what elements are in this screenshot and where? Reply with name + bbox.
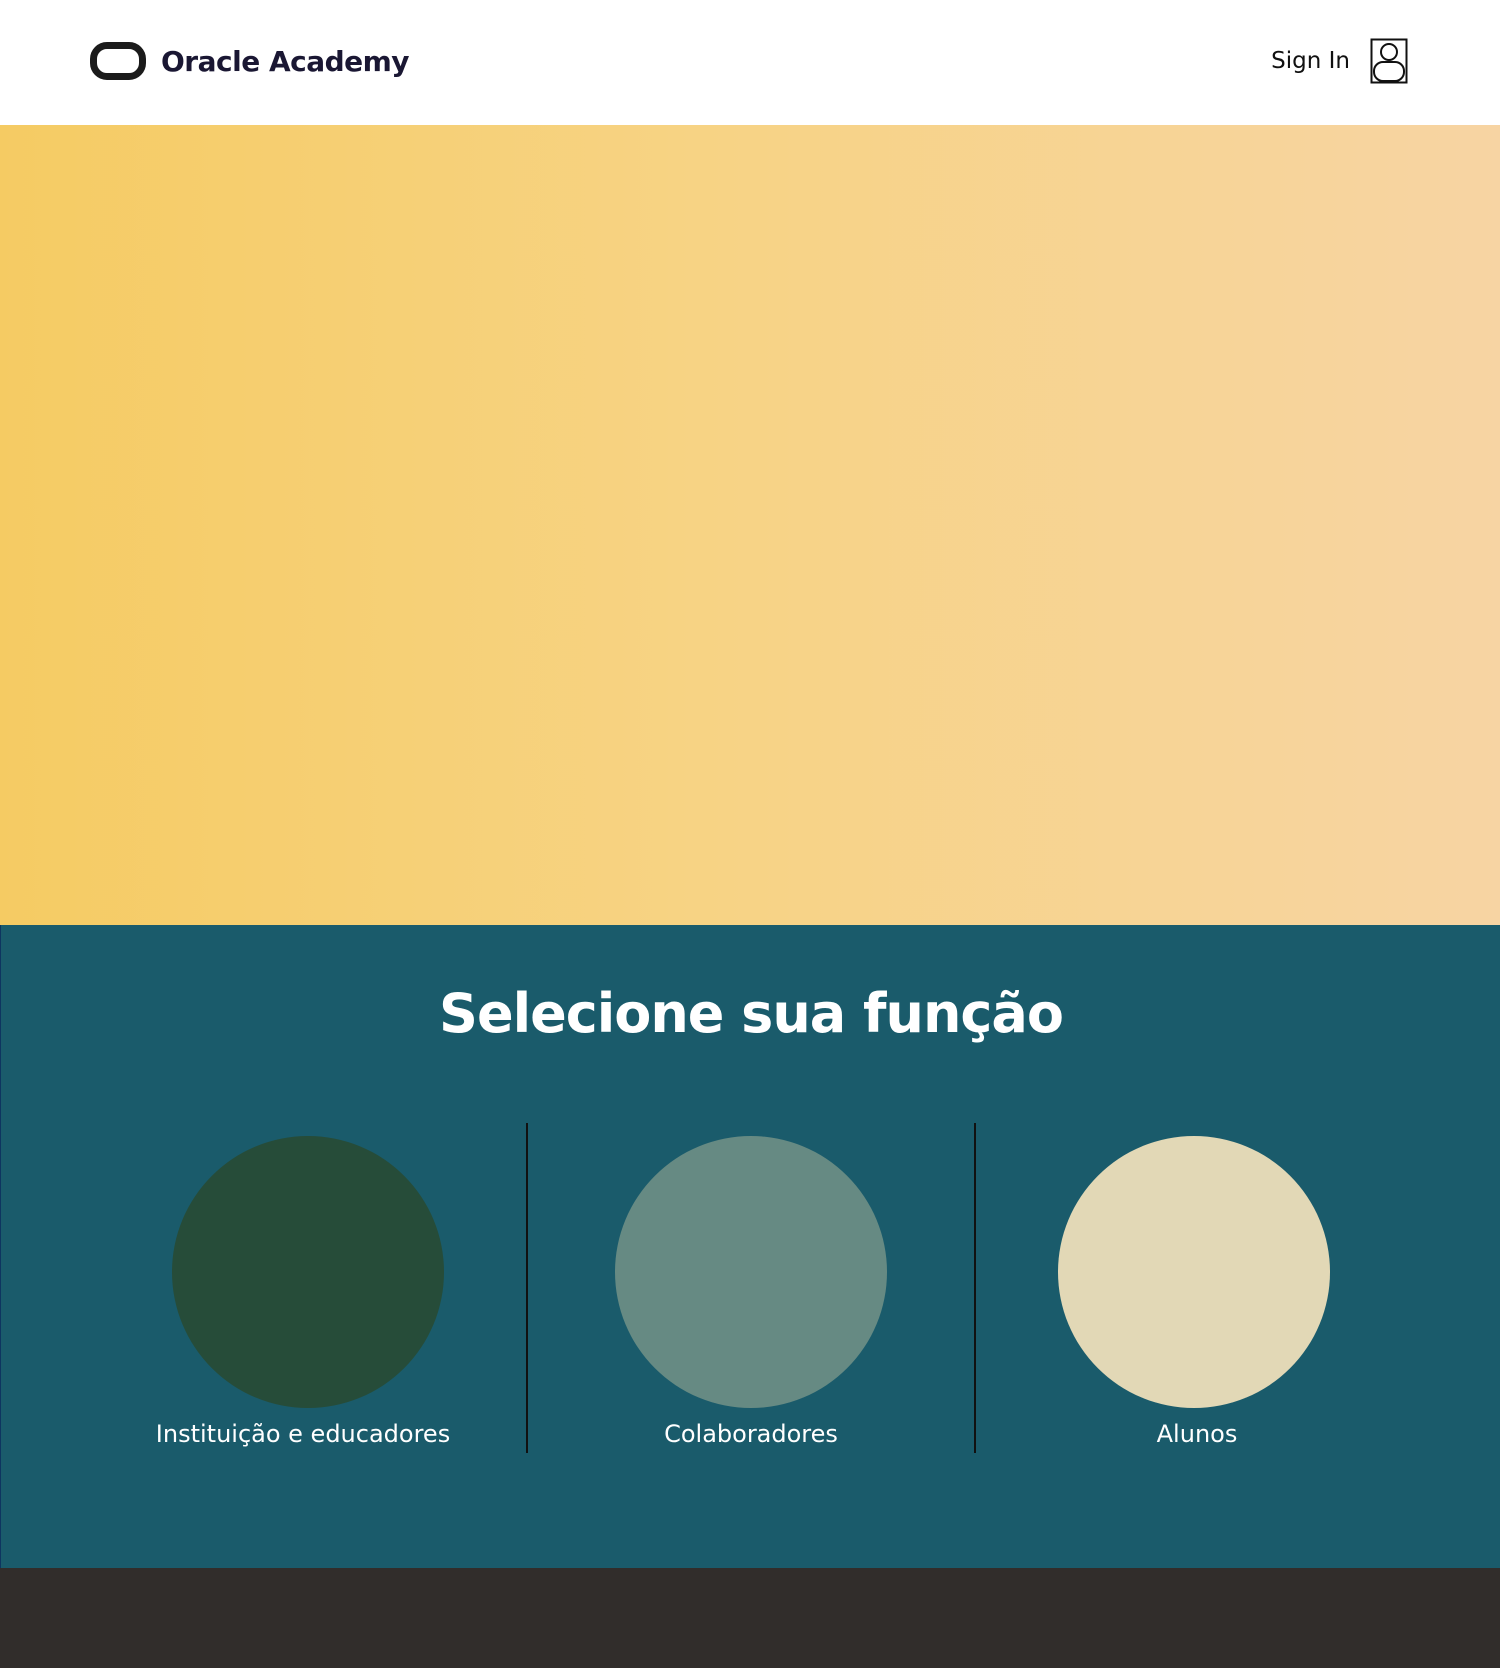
brand-logo[interactable]: Oracle Academy [90,42,410,80]
user-icon [1370,38,1408,84]
role-collaborators[interactable]: Colaboradores [541,925,961,1568]
role-institution-educators-label[interactable]: Instituição e educadores [93,1420,513,1448]
role-divider [526,1123,528,1453]
role-selection: Selecione sua função Instituição e educa… [0,925,1500,1568]
role-institution-educators[interactable]: Instituição e educadores [93,925,513,1568]
role-students[interactable]: Alunos [987,925,1407,1568]
role-collaborators-label[interactable]: Colaboradores [541,1420,961,1448]
oracle-logo-icon [90,42,146,80]
sign-in-button[interactable]: Sign In [1271,38,1408,84]
hero-banner [0,125,1500,925]
site-footer [0,1568,1500,1668]
site-header: Oracle Academy Sign In [0,0,1500,125]
role-institution-educators-circle[interactable] [172,1136,444,1408]
page: Oracle Academy Sign In Selecione sua fun… [0,0,1500,1668]
role-students-label[interactable]: Alunos [987,1420,1407,1448]
role-collaborators-circle[interactable] [615,1136,887,1408]
sign-in-label: Sign In [1271,48,1350,74]
brand-name: Oracle Academy [161,44,410,78]
role-divider [974,1123,976,1453]
role-students-circle[interactable] [1058,1136,1330,1408]
